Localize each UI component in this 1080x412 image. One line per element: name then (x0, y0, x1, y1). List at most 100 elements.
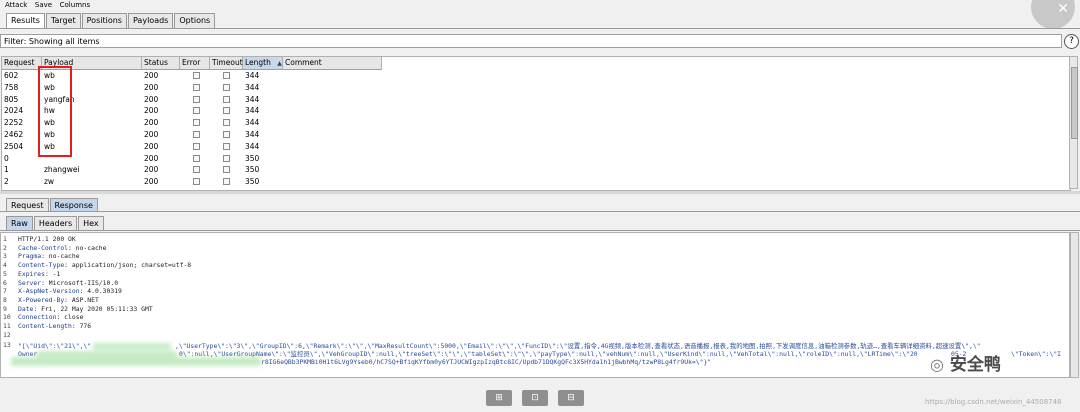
header-key: Cache-Control (18, 243, 69, 252)
panel-icon[interactable]: ⊟ (558, 390, 584, 406)
col-error[interactable]: Error (180, 57, 210, 69)
table-row[interactable]: 805 yangfan 200 344 (2, 94, 1068, 106)
redacted-region (11, 357, 261, 366)
table-row[interactable]: 2462 wb 200 344 (2, 129, 1068, 141)
response-line: 6 Server: Microsoft-IIS/10.0 (1, 279, 1061, 287)
view-tabs: Raw Headers Hex (6, 216, 105, 230)
cell-payload: zw (44, 177, 55, 187)
header-value: HTTP/1.1 200 OK (18, 235, 76, 243)
cell-length: 344 (245, 141, 260, 151)
header-value: : -1 (44, 269, 61, 278)
response-line: 3 Pragma: no-cache (1, 252, 1061, 260)
table-row[interactable]: 758 wb 200 344 (2, 82, 1068, 94)
error-checkbox (193, 107, 200, 115)
cell-request: 2252 (4, 118, 24, 128)
grid-icon[interactable]: ⊞ (486, 390, 512, 406)
table-scrollbar[interactable] (1069, 56, 1078, 189)
col-status[interactable]: Status (142, 57, 180, 69)
cell-length: 350 (245, 165, 260, 175)
table-row[interactable]: 2504 wb 200 344 (2, 141, 1068, 153)
header-key: Expires (18, 269, 45, 278)
table-row[interactable]: 2 zw 200 350 (2, 176, 1068, 188)
cell-payload: zhangwei (44, 165, 80, 175)
filter-bar[interactable]: Filter: Showing all items (0, 34, 1062, 48)
line-number: 6 (3, 278, 7, 287)
line-text: X-AspNet-Version: 4.0.30319 (18, 287, 122, 295)
cell-request: 1 (4, 165, 9, 175)
header-value: : Microsoft-IIS/10.0 (41, 278, 119, 287)
json-line-2d: \"Token\":\"I (1011, 350, 1062, 358)
divider (0, 211, 1080, 212)
header-value: : no-cache (41, 252, 80, 261)
header-value: : 776 (71, 322, 92, 330)
results-table: Request Payload Status Error Timeout Len… (1, 56, 1071, 191)
main-tabs: Results Target Positions Payloads Option… (6, 13, 216, 28)
line-number: 2 (3, 243, 7, 252)
line-number: 9 (3, 304, 7, 313)
header-key: X-AspNet-Version (18, 287, 80, 296)
tab-hex[interactable]: Hex (78, 216, 104, 230)
menu-save[interactable]: Save (35, 1, 52, 9)
timeout-checkbox (223, 142, 230, 150)
error-checkbox (193, 83, 200, 91)
menu-columns[interactable]: Columns (60, 1, 90, 9)
response-line: 8 X-Powered-By: ASP.NET (1, 296, 1061, 304)
tab-payloads[interactable]: Payloads (127, 13, 174, 28)
divider (0, 28, 1080, 29)
frame-icon[interactable]: ⊡ (522, 390, 548, 406)
tab-response[interactable]: Response (49, 198, 98, 212)
table-row[interactable]: 602 wb 200 344 (2, 70, 1068, 82)
timeout-checkbox (223, 72, 230, 79)
cell-request: 0 (4, 153, 9, 163)
help-icon[interactable]: ? (1064, 34, 1079, 49)
cell-request: 2 (4, 177, 9, 187)
scrollbar-thumb[interactable] (1071, 67, 1078, 139)
col-length[interactable]: Length ▲ (243, 57, 283, 69)
cell-length: 344 (245, 118, 260, 128)
header-value: : Fri, 22 May 2020 05:11:33 GMT (33, 304, 153, 313)
table-row[interactable]: 2024 hw 200 344 (2, 105, 1068, 117)
tab-positions[interactable]: Positions (81, 13, 127, 28)
cell-status: 200 (144, 153, 159, 163)
tab-target[interactable]: Target (45, 13, 81, 28)
response-scrollbar[interactable] (1070, 232, 1079, 378)
tab-options[interactable]: Options (174, 13, 216, 28)
divider (0, 230, 1080, 231)
error-checkbox (193, 95, 200, 103)
splitter[interactable] (0, 191, 1080, 194)
col-request[interactable]: Request (2, 57, 42, 69)
timeout-checkbox (223, 131, 230, 138)
watermark-text: 安全鸭 (949, 355, 1001, 375)
header-key: Connection (18, 313, 57, 322)
menu-attack[interactable]: Attack (5, 1, 27, 9)
header-value: : no-cache (68, 243, 107, 252)
timeout-checkbox (223, 107, 230, 115)
col-timeout[interactable]: Timeout (210, 57, 243, 69)
cell-status: 200 (144, 165, 159, 175)
header-key: Content-Type (18, 261, 65, 270)
header-value: : application/json; charset=utf-8 (64, 261, 192, 270)
col-length-label: Length (245, 58, 271, 67)
response-viewer[interactable]: 1 HTTP/1.1 200 OK 2 Cache-Control: no-cache… (0, 232, 1070, 378)
error-checkbox (193, 119, 200, 127)
table-row[interactable]: 0 200 350 (2, 153, 1068, 165)
cell-status: 200 (144, 94, 159, 104)
tab-headers[interactable]: Headers (33, 216, 78, 230)
timeout-checkbox (223, 166, 230, 174)
table-row[interactable]: 1 zhangwei 200 350 (2, 164, 1068, 176)
cell-status: 200 (144, 177, 159, 187)
cell-request: 2462 (4, 130, 24, 139)
close-icon[interactable]: ✕ (1057, 2, 1069, 16)
line-number: 5 (3, 269, 7, 278)
cell-status: 200 (144, 82, 159, 92)
wechat-icon: ◎ (930, 355, 944, 374)
watermark-url: https://blog.csdn.net/weixin_44508748 (925, 398, 1062, 406)
tab-raw[interactable]: Raw (6, 216, 33, 230)
col-comment[interactable]: Comment (283, 57, 382, 69)
table-row[interactable]: 2252 wb 200 344 (2, 117, 1068, 129)
response-line: 12 (1, 331, 1061, 339)
tab-request[interactable]: Request (6, 198, 49, 212)
cell-length: 344 (245, 71, 260, 80)
line-text: Date: Fri, 22 May 2020 05:11:33 GMT (18, 305, 153, 313)
tab-results[interactable]: Results (6, 13, 45, 28)
